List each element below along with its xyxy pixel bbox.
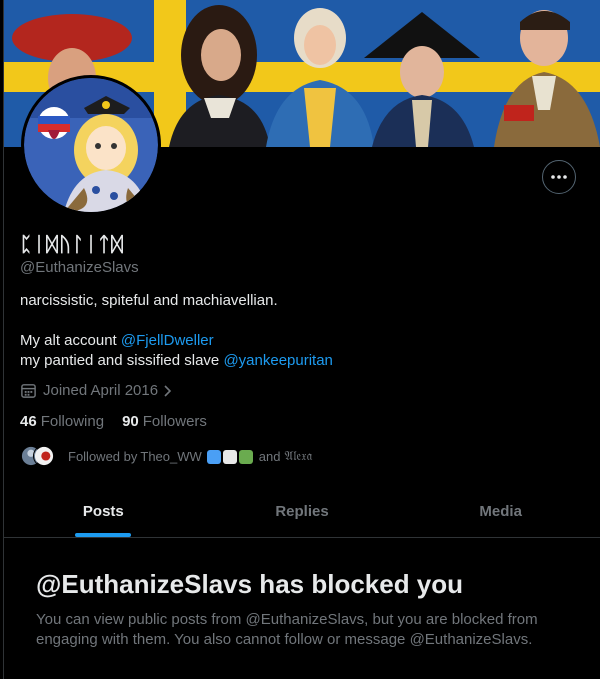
green-square-icon [238, 449, 253, 464]
followers-link[interactable]: 90 Followers [122, 413, 207, 430]
followed-by-prefix: Followed by [68, 448, 138, 464]
tab-label: Posts [82, 503, 124, 520]
blocked-title: @EuthanizeSlavs has blocked you [36, 569, 464, 599]
calendar-icon [20, 382, 37, 399]
bio-alt-line: My alt account @FjellDweller [20, 331, 580, 351]
blue-square-icon [206, 449, 221, 464]
bio-slave-line: my pantied and sissified slave @yankeepu… [20, 351, 580, 371]
flag-badges [206, 448, 255, 464]
follow-stats: 46 Following 90 Followers [20, 413, 225, 430]
tab-posts[interactable]: Posts [4, 486, 203, 537]
tab-label: Replies [275, 503, 329, 520]
follower-avatars [20, 445, 58, 467]
profile-page: ᛈᛁᛞᚢᛚᛁᛏᛞ @EuthanizeSlavs narcissistic, s… [0, 0, 600, 679]
following-link[interactable]: 46 Following [20, 413, 104, 430]
bio-line: narcissistic, spiteful and machiavellian… [20, 292, 278, 309]
more-dots-icon [551, 175, 567, 179]
slave-mention-link[interactable]: @yankeepuritan [223, 352, 332, 369]
avatar-image [24, 78, 158, 212]
tab-label: Media [479, 503, 522, 520]
tab-replies[interactable]: Replies [203, 486, 402, 537]
followed-by-and: and [258, 448, 281, 464]
more-options-button[interactable] [542, 160, 576, 194]
bio-alt-prefix: My alt account [20, 332, 121, 349]
profile-handle: @EuthanizeSlavs [20, 259, 139, 276]
following-count: 46 [20, 413, 37, 430]
alt-account-mention-link[interactable]: @FjellDweller [121, 332, 214, 349]
profile-tabs: Posts Replies Media [4, 486, 600, 538]
tab-media[interactable]: Media [401, 486, 600, 537]
blocked-message: You can view public posts from @Euthaniz… [36, 611, 538, 648]
profile-bio: narcissistic, spiteful and machiavellian… [20, 291, 580, 371]
joined-label: Joined April 2016 [43, 382, 159, 399]
follower-avatar [33, 445, 55, 467]
followed-by-row[interactable]: Followed by Theo_WW and 𝔄𝔩𝔢𝔵𝔞 [20, 445, 312, 467]
display-name: ᛈᛁᛞᚢᛚᛁᛏᛞ [20, 232, 124, 256]
followers-label: Followers [142, 413, 207, 430]
followed-by-second-name: 𝔄𝔩𝔢𝔵𝔞 [284, 448, 313, 463]
chevron-right-icon [163, 384, 172, 398]
followers-count: 90 [122, 413, 139, 430]
profile-avatar[interactable] [21, 75, 161, 215]
bio-slave-prefix: my pantied and sissified slave [20, 352, 224, 369]
active-tab-indicator [75, 533, 132, 537]
white-square-icon [222, 449, 237, 464]
following-label: Following [40, 413, 105, 430]
followed-by-first-name: Theo_WW [140, 448, 202, 464]
joined-date[interactable]: Joined April 2016 [20, 382, 172, 399]
